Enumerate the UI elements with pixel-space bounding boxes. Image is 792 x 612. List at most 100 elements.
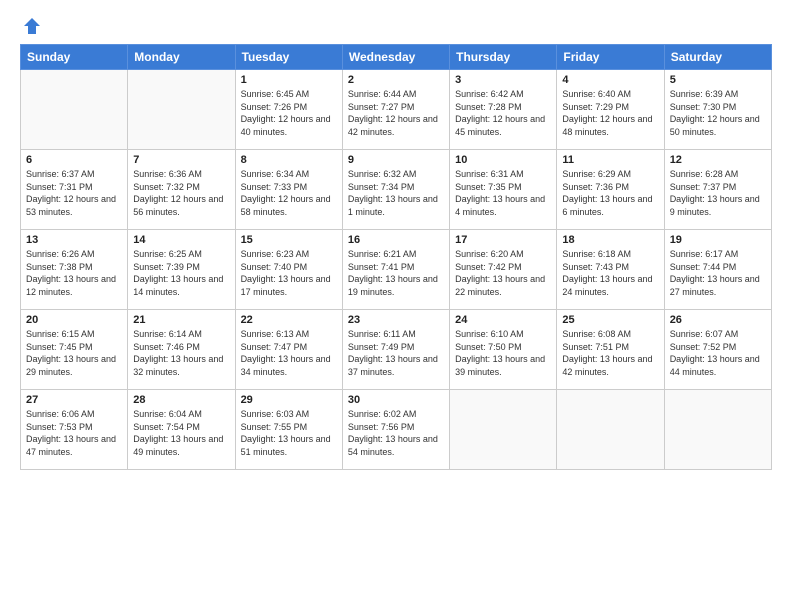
calendar-cell: 3 Sunrise: 6:42 AM Sunset: 7:28 PM Daylig…	[450, 70, 557, 150]
day-number: 2	[348, 74, 444, 86]
day-number: 9	[348, 154, 444, 166]
day-info: Sunrise: 6:18 AM Sunset: 7:43 PM Dayligh…	[562, 248, 658, 298]
calendar-cell: 20 Sunrise: 6:15 AM Sunset: 7:45 PM Dayli…	[21, 310, 128, 390]
calendar-cell: 1 Sunrise: 6:45 AM Sunset: 7:26 PM Daylig…	[235, 70, 342, 150]
day-info: Sunrise: 6:36 AM Sunset: 7:32 PM Dayligh…	[133, 168, 229, 218]
calendar-cell: 17 Sunrise: 6:20 AM Sunset: 7:42 PM Dayli…	[450, 230, 557, 310]
day-number: 29	[241, 394, 337, 406]
day-info: Sunrise: 6:32 AM Sunset: 7:34 PM Dayligh…	[348, 168, 444, 218]
day-info: Sunrise: 6:45 AM Sunset: 7:26 PM Dayligh…	[241, 88, 337, 138]
page: SundayMondayTuesdayWednesdayThursdayFrid…	[0, 0, 792, 612]
day-number: 21	[133, 314, 229, 326]
calendar-cell: 21 Sunrise: 6:14 AM Sunset: 7:46 PM Dayli…	[128, 310, 235, 390]
weekday-header: Sunday	[21, 45, 128, 70]
day-info: Sunrise: 6:04 AM Sunset: 7:54 PM Dayligh…	[133, 408, 229, 458]
day-info: Sunrise: 6:20 AM Sunset: 7:42 PM Dayligh…	[455, 248, 551, 298]
calendar-cell: 16 Sunrise: 6:21 AM Sunset: 7:41 PM Dayli…	[342, 230, 449, 310]
day-info: Sunrise: 6:21 AM Sunset: 7:41 PM Dayligh…	[348, 248, 444, 298]
calendar-cell: 22Sunrise: 6:13 AM Sunset: 7:47 PM Dayli…	[235, 310, 342, 390]
calendar-week-row: 13Sunrise: 6:26 AM Sunset: 7:38 PM Dayli…	[21, 230, 772, 310]
logo-icon	[22, 16, 42, 36]
day-info: Sunrise: 6:11 AM Sunset: 7:49 PM Dayligh…	[348, 328, 444, 378]
day-number: 26	[670, 314, 766, 326]
weekday-header: Thursday	[450, 45, 557, 70]
weekday-header: Saturday	[664, 45, 771, 70]
calendar-cell: 14 Sunrise: 6:25 AM Sunset: 7:39 PM Dayli…	[128, 230, 235, 310]
day-info: Sunrise: 6:10 AM Sunset: 7:50 PM Dayligh…	[455, 328, 551, 378]
weekday-header: Wednesday	[342, 45, 449, 70]
calendar-cell: 6Sunrise: 6:37 AM Sunset: 7:31 PM Daylig…	[21, 150, 128, 230]
day-info: Sunrise: 6:29 AM Sunset: 7:36 PM Dayligh…	[562, 168, 658, 218]
day-info: Sunrise: 6:40 AM Sunset: 7:29 PM Dayligh…	[562, 88, 658, 138]
calendar-cell: 25 Sunrise: 6:08 AM Sunset: 7:51 PM Dayli…	[557, 310, 664, 390]
calendar-cell: 24 Sunrise: 6:10 AM Sunset: 7:50 PM Dayli…	[450, 310, 557, 390]
calendar-cell: 5 Sunrise: 6:39 AM Sunset: 7:30 PM Daylig…	[664, 70, 771, 150]
calendar-cell: 10 Sunrise: 6:31 AM Sunset: 7:35 PM Dayli…	[450, 150, 557, 230]
calendar-week-row: 6Sunrise: 6:37 AM Sunset: 7:31 PM Daylig…	[21, 150, 772, 230]
calendar-cell: 29 Sunrise: 6:03 AM Sunset: 7:55 PM Dayli…	[235, 390, 342, 470]
day-info: Sunrise: 6:37 AM Sunset: 7:31 PM Dayligh…	[26, 168, 122, 218]
logo	[20, 16, 42, 36]
calendar-cell: 15Sunrise: 6:23 AM Sunset: 7:40 PM Dayli…	[235, 230, 342, 310]
day-number: 10	[455, 154, 551, 166]
day-info: Sunrise: 6:39 AM Sunset: 7:30 PM Dayligh…	[670, 88, 766, 138]
day-number: 1	[241, 74, 337, 86]
calendar-cell: 13Sunrise: 6:26 AM Sunset: 7:38 PM Dayli…	[21, 230, 128, 310]
calendar-week-row: 1 Sunrise: 6:45 AM Sunset: 7:26 PM Daylig…	[21, 70, 772, 150]
day-info: Sunrise: 6:07 AM Sunset: 7:52 PM Dayligh…	[670, 328, 766, 378]
calendar-cell	[557, 390, 664, 470]
day-info: Sunrise: 6:14 AM Sunset: 7:46 PM Dayligh…	[133, 328, 229, 378]
day-number: 25	[562, 314, 658, 326]
day-number: 4	[562, 74, 658, 86]
day-info: Sunrise: 6:42 AM Sunset: 7:28 PM Dayligh…	[455, 88, 551, 138]
calendar-cell	[664, 390, 771, 470]
calendar-cell: 28 Sunrise: 6:04 AM Sunset: 7:54 PM Dayli…	[128, 390, 235, 470]
day-info: Sunrise: 6:03 AM Sunset: 7:55 PM Dayligh…	[241, 408, 337, 458]
day-number: 19	[670, 234, 766, 246]
calendar-cell: 18 Sunrise: 6:18 AM Sunset: 7:43 PM Dayli…	[557, 230, 664, 310]
calendar-cell: 9 Sunrise: 6:32 AM Sunset: 7:34 PM Daylig…	[342, 150, 449, 230]
calendar-cell	[450, 390, 557, 470]
day-number: 7	[133, 154, 229, 166]
calendar-cell: 2 Sunrise: 6:44 AM Sunset: 7:27 PM Daylig…	[342, 70, 449, 150]
calendar-week-row: 27 Sunrise: 6:06 AM Sunset: 7:53 PM Dayli…	[21, 390, 772, 470]
calendar-cell: 26 Sunrise: 6:07 AM Sunset: 7:52 PM Dayli…	[664, 310, 771, 390]
day-number: 8	[241, 154, 337, 166]
day-info: Sunrise: 6:15 AM Sunset: 7:45 PM Dayligh…	[26, 328, 122, 378]
day-number: 18	[562, 234, 658, 246]
day-info: Sunrise: 6:26 AM Sunset: 7:38 PM Dayligh…	[26, 248, 122, 298]
day-info: Sunrise: 6:25 AM Sunset: 7:39 PM Dayligh…	[133, 248, 229, 298]
weekday-header: Tuesday	[235, 45, 342, 70]
day-number: 3	[455, 74, 551, 86]
day-number: 28	[133, 394, 229, 406]
day-number: 16	[348, 234, 444, 246]
calendar-cell: 19Sunrise: 6:17 AM Sunset: 7:44 PM Dayli…	[664, 230, 771, 310]
calendar-cell	[128, 70, 235, 150]
day-info: Sunrise: 6:31 AM Sunset: 7:35 PM Dayligh…	[455, 168, 551, 218]
day-info: Sunrise: 6:08 AM Sunset: 7:51 PM Dayligh…	[562, 328, 658, 378]
weekday-header: Monday	[128, 45, 235, 70]
day-number: 5	[670, 74, 766, 86]
day-info: Sunrise: 6:06 AM Sunset: 7:53 PM Dayligh…	[26, 408, 122, 458]
weekday-header-row: SundayMondayTuesdayWednesdayThursdayFrid…	[21, 45, 772, 70]
calendar-table: SundayMondayTuesdayWednesdayThursdayFrid…	[20, 44, 772, 470]
calendar-cell	[21, 70, 128, 150]
day-number: 12	[670, 154, 766, 166]
day-number: 27	[26, 394, 122, 406]
day-info: Sunrise: 6:34 AM Sunset: 7:33 PM Dayligh…	[241, 168, 337, 218]
day-number: 11	[562, 154, 658, 166]
day-info: Sunrise: 6:44 AM Sunset: 7:27 PM Dayligh…	[348, 88, 444, 138]
day-number: 24	[455, 314, 551, 326]
day-info: Sunrise: 6:28 AM Sunset: 7:37 PM Dayligh…	[670, 168, 766, 218]
day-info: Sunrise: 6:23 AM Sunset: 7:40 PM Dayligh…	[241, 248, 337, 298]
calendar-cell: 30Sunrise: 6:02 AM Sunset: 7:56 PM Dayli…	[342, 390, 449, 470]
weekday-header: Friday	[557, 45, 664, 70]
calendar-cell: 12 Sunrise: 6:28 AM Sunset: 7:37 PM Dayli…	[664, 150, 771, 230]
day-number: 14	[133, 234, 229, 246]
day-info: Sunrise: 6:02 AM Sunset: 7:56 PM Dayligh…	[348, 408, 444, 458]
day-number: 20	[26, 314, 122, 326]
day-number: 17	[455, 234, 551, 246]
calendar-week-row: 20 Sunrise: 6:15 AM Sunset: 7:45 PM Dayli…	[21, 310, 772, 390]
header	[20, 16, 772, 36]
calendar-cell: 11 Sunrise: 6:29 AM Sunset: 7:36 PM Dayli…	[557, 150, 664, 230]
